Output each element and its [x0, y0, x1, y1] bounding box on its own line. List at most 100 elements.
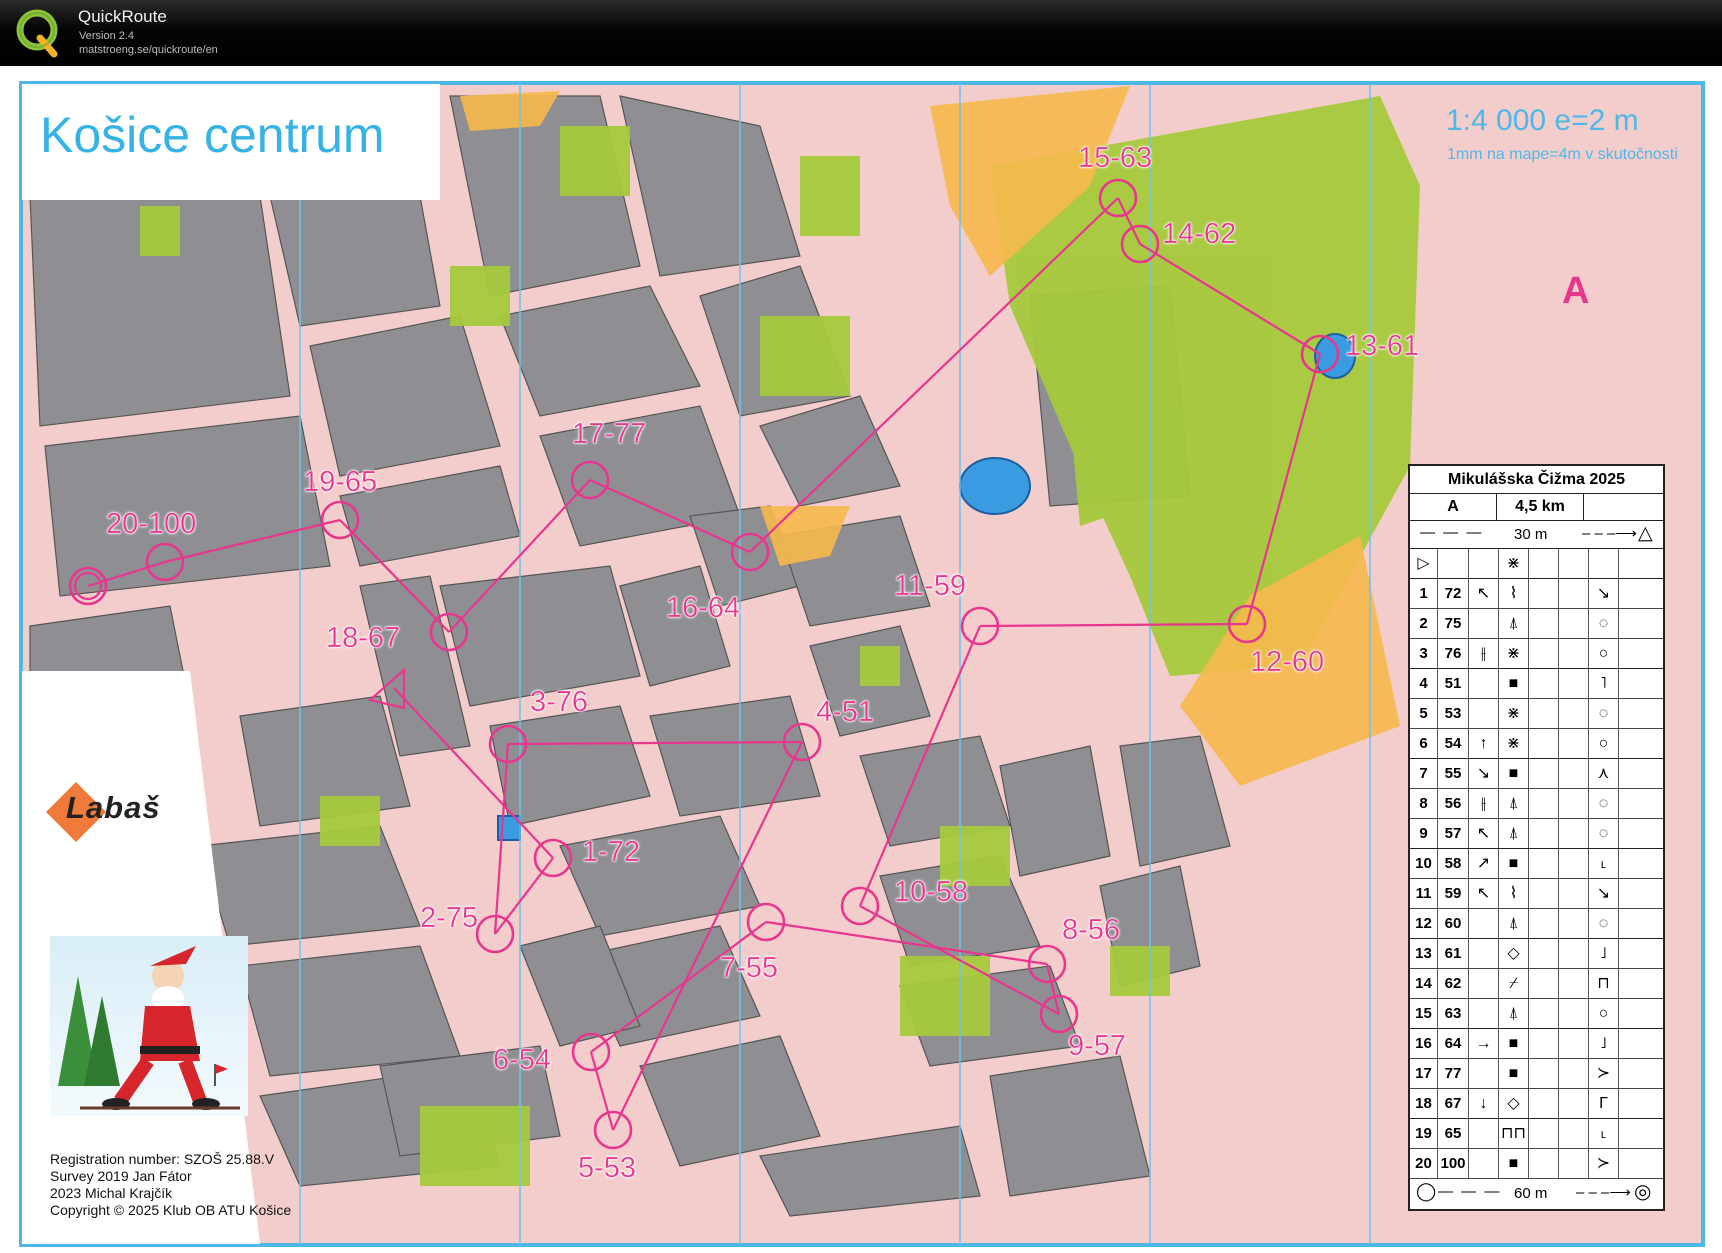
control-code: 77	[1438, 1059, 1469, 1088]
feature-icon: ■	[1499, 669, 1529, 698]
control-code: 72	[1438, 579, 1469, 608]
direction-icon: ⫲	[1469, 789, 1499, 818]
description-row: 14 62 ⌿ ⊓	[1410, 969, 1663, 999]
direction-icon: ↘	[1469, 759, 1499, 788]
position-icon: ↘	[1589, 879, 1619, 908]
position-icon: ◌	[1589, 909, 1619, 938]
description-row: 15 63 ⍋ ○	[1410, 999, 1663, 1029]
row-number: 6	[1410, 729, 1438, 758]
santa-illustration	[50, 936, 248, 1116]
control-code: 58	[1438, 849, 1469, 878]
row-number: 5	[1410, 699, 1438, 728]
description-row: 17 77 ■ ≻	[1410, 1059, 1663, 1089]
direction-icon: ↗	[1469, 849, 1499, 878]
control-code: 57	[1438, 819, 1469, 848]
dashed-line-icon: — — —	[1438, 1183, 1502, 1200]
position-icon: ○	[1589, 729, 1619, 758]
control-code: 63	[1438, 999, 1469, 1028]
description-row: 7 55 ↘ ■ ⋏	[1410, 759, 1663, 789]
description-row: 11 59 ↖ ⌇ ↘	[1410, 879, 1663, 909]
direction-icon	[1469, 999, 1499, 1028]
app-url[interactable]: matstroeng.se/quickroute/en	[79, 44, 218, 56]
position-icon: ◌	[1589, 699, 1619, 728]
credit-line: Copyright © 2025 Klub OB ATU Košice	[50, 1202, 292, 1218]
row-number: 3	[1410, 639, 1438, 668]
feature-icon: ◇	[1499, 939, 1529, 968]
course-name: A	[1410, 494, 1497, 520]
description-row: 12 60 ⍋ ◌	[1410, 909, 1663, 939]
quickroute-logo-icon	[16, 9, 58, 58]
row-number: 15	[1410, 999, 1438, 1028]
double-circle-icon: ◎	[1634, 1181, 1652, 1203]
position-icon: ◌	[1589, 609, 1619, 638]
direction-icon	[1469, 699, 1499, 728]
feature-icon: ⊓⊓	[1499, 1119, 1529, 1148]
description-row: 2 75 ⍋ ◌	[1410, 609, 1663, 639]
feature-icon: ⍋	[1499, 819, 1529, 848]
feature-icon: ◇	[1499, 1089, 1529, 1118]
row-number: 1	[1410, 579, 1438, 608]
dashed-arrow-icon: – – –⟶	[1576, 1184, 1631, 1201]
direction-icon: ↑	[1469, 729, 1499, 758]
direction-icon	[1469, 1149, 1499, 1178]
control-code: 59	[1438, 879, 1469, 908]
feature-icon: ⍋	[1499, 609, 1529, 638]
feature-icon: ⌇	[1499, 579, 1529, 608]
control-code: 53	[1438, 699, 1469, 728]
control-label: 16-64	[666, 592, 741, 624]
start-triangle-icon: ▷	[1410, 549, 1438, 578]
finish-taping-row: ◯ — — — 60 m – – –⟶ ◎	[1410, 1179, 1663, 1209]
feature-icon: ⍋	[1499, 909, 1529, 938]
map-canvas[interactable]: Košice centrum 1:4 000 e=2 m 1mm na mape…	[0, 66, 1722, 1253]
control-label: 4-51	[816, 696, 875, 728]
control-code: 100	[1438, 1149, 1469, 1178]
position-icon: ≻	[1589, 1059, 1619, 1088]
description-row: 5 53 ⋇ ◌	[1410, 699, 1663, 729]
control-code: 55	[1438, 759, 1469, 788]
position-icon: Γ	[1589, 1089, 1619, 1118]
control-label: 8-56	[1062, 914, 1121, 946]
dashed-arrow-icon: – – –⟶	[1582, 525, 1637, 542]
control-label: 10-58	[894, 876, 969, 908]
feature-icon: ⋇	[1499, 729, 1529, 758]
row-number: 18	[1410, 1089, 1438, 1118]
description-row: 18 67 ↓ ◇ Γ	[1410, 1089, 1663, 1119]
control-label: 6-54	[493, 1044, 552, 1076]
direction-icon: ⫲	[1469, 639, 1499, 668]
row-number: 7	[1410, 759, 1438, 788]
position-icon: ˪	[1589, 1119, 1619, 1148]
position-icon: ˩	[1589, 939, 1619, 968]
credit-line: Registration number: SZOŠ 25.88.V	[50, 1151, 275, 1167]
dashed-line-icon: — — —	[1420, 524, 1484, 541]
position-icon: ⋏	[1589, 759, 1619, 788]
control-code: 67	[1438, 1089, 1469, 1118]
control-code: 62	[1438, 969, 1469, 998]
finish-distance: 60 m	[1514, 1185, 1548, 1202]
direction-icon	[1469, 669, 1499, 698]
direction-icon	[1469, 939, 1499, 968]
start-taping-row: — — — 30 m – – –⟶ △	[1410, 521, 1663, 549]
control-label: 15-63	[1078, 142, 1153, 174]
description-row: 1 72 ↖ ⌇ ↘	[1410, 579, 1663, 609]
direction-icon: ↖	[1469, 579, 1499, 608]
direction-icon: →	[1469, 1029, 1499, 1058]
feature-icon: ⍋	[1499, 999, 1529, 1028]
row-number: 17	[1410, 1059, 1438, 1088]
control-code: 54	[1438, 729, 1469, 758]
control-label: 20-100	[106, 508, 197, 540]
control-label: 19-65	[303, 466, 378, 498]
description-rows: 1 72 ↖ ⌇ ↘ 2 75 ⍋ ◌ 3 76 ⫲ ⋇ ○ 4 51 ■ ˥ 5 53 ⋇ ◌ 6 54 ↑ ⋇ ○ 7 55 ↘ ■ ⋏ 8…	[1410, 579, 1663, 1179]
description-row: 9 57 ↖ ⍋ ◌	[1410, 819, 1663, 849]
direction-icon	[1469, 969, 1499, 998]
feature-icon: ⋇	[1499, 699, 1529, 728]
app-titlebar: QuickRoute Version 2.4 matstroeng.se/qui…	[0, 0, 1722, 66]
credit-line: 2023 Michal Krajčík	[50, 1185, 173, 1201]
start-distance: 30 m	[1514, 526, 1548, 543]
feature-icon: ■	[1499, 759, 1529, 788]
feature-icon: ■	[1499, 1149, 1529, 1178]
row-number: 10	[1410, 849, 1438, 878]
row-number: 11	[1410, 879, 1438, 908]
description-row: 13 61 ◇ ˩	[1410, 939, 1663, 969]
control-label: 18-67	[326, 622, 401, 654]
direction-icon: ↖	[1469, 819, 1499, 848]
